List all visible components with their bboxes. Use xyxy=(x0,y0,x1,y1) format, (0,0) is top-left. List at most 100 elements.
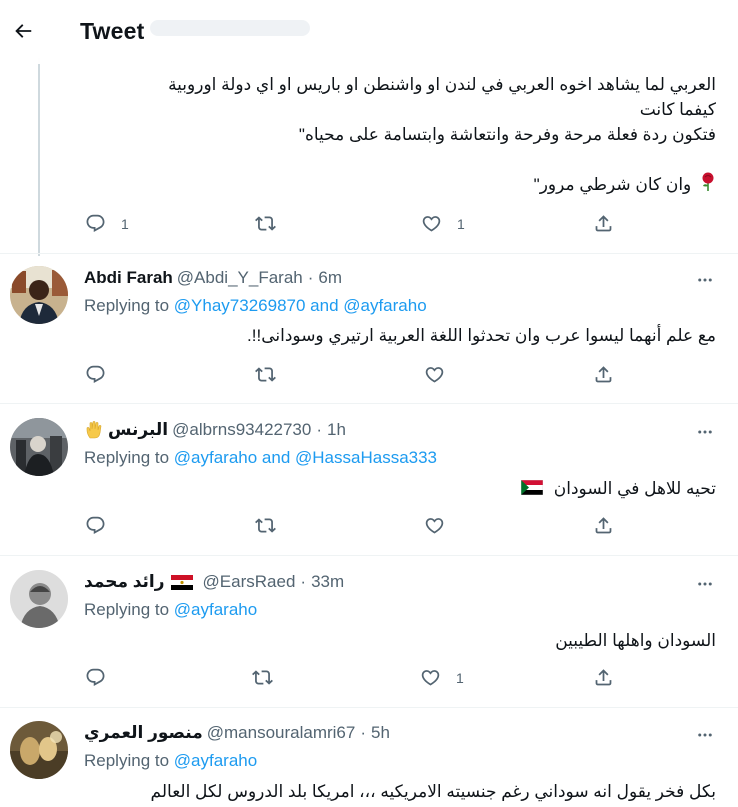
reply-icon xyxy=(85,213,106,234)
divider xyxy=(0,403,738,404)
reply-icon xyxy=(85,515,106,536)
like-icon xyxy=(421,213,442,234)
retweet-icon xyxy=(255,213,276,234)
tweet-line: فتكون ردة فعلة مرحة وفرحة وانتعاشة وابتس… xyxy=(298,125,716,144)
like-button[interactable] xyxy=(424,515,445,536)
avatar[interactable] xyxy=(10,418,68,476)
share-button[interactable] xyxy=(593,515,614,536)
like-icon xyxy=(424,515,445,536)
blurred-breadcrumb xyxy=(150,20,310,36)
avatar[interactable] xyxy=(10,570,68,628)
tweet-line: كيفما كانت xyxy=(639,100,716,119)
display-name[interactable]: Abdi Farah xyxy=(84,268,173,288)
more-button[interactable] xyxy=(692,422,718,442)
share-button[interactable] xyxy=(593,364,614,385)
tweet-line: العربي لما يشاهد اخوه العربي في لندن او … xyxy=(168,75,716,94)
display-name[interactable]: البرنس xyxy=(108,420,168,440)
user-handle[interactable]: @albrns93422730 xyxy=(172,420,311,440)
like-count: 1 xyxy=(457,215,465,232)
user-handle[interactable]: @Abdi_Y_Farah xyxy=(177,268,303,288)
share-icon xyxy=(593,667,614,688)
reply-button[interactable] xyxy=(85,667,106,688)
timestamp[interactable]: 33m xyxy=(311,572,344,592)
thread-connector-line xyxy=(38,58,40,256)
divider xyxy=(0,707,738,708)
share-icon xyxy=(593,515,614,536)
retweet-icon xyxy=(255,364,276,385)
avatar[interactable] xyxy=(10,266,68,324)
page-title: Tweet xyxy=(80,18,145,44)
timestamp[interactable]: 6m xyxy=(318,268,342,288)
reply-button[interactable] xyxy=(85,515,106,536)
raised-hand-emoji-icon xyxy=(84,420,104,440)
reply-text: بكل فخر يقول انه سوداني رغم جنسيته الامر… xyxy=(150,782,716,801)
separator-dot: · xyxy=(360,723,367,742)
more-button[interactable] xyxy=(692,270,718,290)
reply-button[interactable]: 1 xyxy=(85,213,129,234)
reply-count: 1 xyxy=(121,215,129,232)
reply-text: السودان واهلها الطيبين xyxy=(555,631,716,650)
reply-meta: Abdi Farah @Abdi_Y_Farah · 6m xyxy=(84,268,342,288)
reply-meta: رائد محمد @EarsRaed · 33m xyxy=(84,572,344,592)
like-icon xyxy=(420,667,441,688)
reply-text: تحيه للاهل في السودان xyxy=(86,476,716,502)
like-icon xyxy=(424,364,445,385)
replying-label: Replying to xyxy=(84,448,170,467)
divider xyxy=(0,253,738,254)
share-icon xyxy=(593,364,614,385)
egypt-flag-icon xyxy=(170,574,193,590)
more-icon xyxy=(696,575,714,593)
separator-dot: · xyxy=(316,420,323,439)
separator-dot: · xyxy=(307,268,314,287)
share-icon xyxy=(593,213,614,234)
replying-label: Replying to xyxy=(84,600,170,619)
like-button[interactable]: 1 xyxy=(421,213,465,234)
like-button[interactable]: 1 xyxy=(420,667,464,688)
mention-link[interactable]: @Yhay73269870 and @ayfaraho xyxy=(174,296,427,315)
timestamp[interactable]: 1h xyxy=(327,420,346,440)
rose-emoji-icon xyxy=(700,172,716,199)
more-icon xyxy=(696,726,714,744)
like-button[interactable] xyxy=(424,364,445,385)
share-button[interactable] xyxy=(593,667,614,688)
retweet-button[interactable] xyxy=(255,364,276,385)
retweet-button[interactable] xyxy=(255,515,276,536)
retweet-button[interactable] xyxy=(255,213,276,234)
reply-meta: منصور العمري @mansouralamri67 · 5h xyxy=(84,723,390,743)
tweet-line xyxy=(76,147,716,172)
replying-to: Replying to @ayfaraho and @HassaHassa333 xyxy=(84,448,437,468)
retweet-icon xyxy=(252,667,273,688)
mention-link[interactable]: @ayfaraho xyxy=(174,751,257,770)
back-arrow-icon[interactable] xyxy=(6,14,40,48)
timestamp[interactable]: 5h xyxy=(371,723,390,743)
replying-to: Replying to @Yhay73269870 and @ayfaraho xyxy=(84,296,427,316)
reply-text: مع علم أنهما ليسوا عرب وان تحدثوا اللغة … xyxy=(247,326,716,345)
display-name[interactable]: رائد محمد xyxy=(84,572,165,592)
retweet-icon xyxy=(255,515,276,536)
like-count: 1 xyxy=(456,669,464,686)
mention-link[interactable]: @ayfaraho and @HassaHassa333 xyxy=(174,448,437,467)
separator-dot: · xyxy=(300,572,307,591)
tweet-line-with-emoji: وان كان شرطي مرور" xyxy=(76,172,716,199)
replying-to: Replying to @ayfaraho xyxy=(84,600,257,620)
more-button[interactable] xyxy=(692,574,718,594)
reply-icon xyxy=(85,667,106,688)
mention-link[interactable]: @ayfaraho xyxy=(174,600,257,619)
retweet-button[interactable] xyxy=(252,667,273,688)
replying-label: Replying to xyxy=(84,751,170,770)
reply-icon xyxy=(85,364,106,385)
reply-meta: البرنس @albrns93422730 · 1h xyxy=(84,420,346,440)
parent-tweet-text: العربي لما يشاهد اخوه العربي في لندن او … xyxy=(76,72,716,199)
more-icon xyxy=(696,271,714,289)
avatar[interactable] xyxy=(10,721,68,779)
reply-button[interactable] xyxy=(85,364,106,385)
more-button[interactable] xyxy=(692,725,718,745)
replying-label: Replying to xyxy=(84,296,170,315)
top-header: Tweet xyxy=(0,0,738,64)
sudan-flag-icon xyxy=(520,477,544,502)
more-icon xyxy=(696,423,714,441)
display-name[interactable]: منصور العمري xyxy=(84,723,203,743)
user-handle[interactable]: @mansouralamri67 xyxy=(207,723,356,743)
share-button[interactable] xyxy=(593,213,614,234)
user-handle[interactable]: @EarsRaed xyxy=(203,572,296,592)
